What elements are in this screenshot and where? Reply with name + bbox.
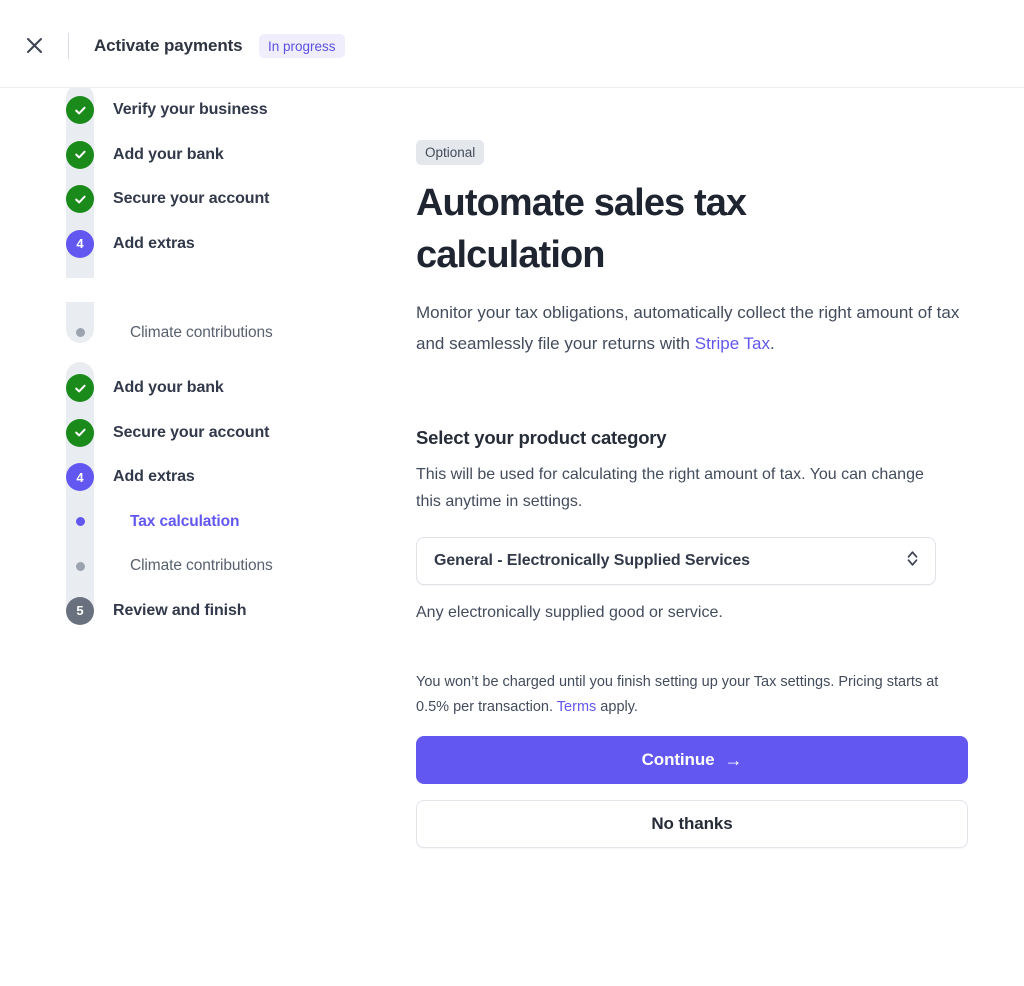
render-artifact-mask-track (66, 278, 94, 302)
activate-payments-page: Activate payments In progress Verify you… (0, 0, 1024, 986)
arrow-right-icon: → (724, 750, 743, 770)
no-thanks-button-label: No thanks (651, 814, 733, 833)
step-label: Climate contributions (130, 323, 273, 341)
step-navigation: Verify your business Add your bank Secure … (0, 88, 400, 986)
close-icon (26, 37, 43, 54)
step-item[interactable]: 4 Add extras (0, 455, 400, 500)
step-label: Add extras (113, 468, 195, 486)
status-badge: In progress (259, 34, 345, 58)
lead-text-after: . (770, 334, 775, 353)
step-substep-item[interactable]: Climate contributions (0, 544, 400, 589)
close-button[interactable] (20, 31, 48, 59)
section-title: Select your product category (416, 427, 667, 448)
step-label: Climate contributions (130, 557, 273, 575)
header-divider (68, 33, 69, 59)
optional-badge: Optional (416, 140, 485, 165)
step-item[interactable]: Secure your account (0, 177, 400, 222)
content-title: Automate sales tax calculation (416, 182, 747, 276)
step-label: Add your bank (113, 379, 224, 397)
fineprint-text-before: You won’t be charged until you finish se… (416, 674, 939, 715)
step-item[interactable]: Add your bank (0, 133, 400, 178)
page-title: Activate payments (94, 36, 243, 55)
step-label: Add your bank (113, 145, 224, 163)
page-header: Activate payments In progress (0, 0, 1024, 88)
step-item[interactable]: 4 Add extras (0, 222, 400, 267)
stripe-tax-link[interactable]: Stripe Tax (695, 334, 770, 353)
check-circle-icon (66, 418, 94, 447)
step-list: Verify your business Add your bank Secure … (0, 88, 400, 355)
content-lead: Monitor your tax obligations, automatica… (416, 297, 968, 359)
step-label: Tax calculation (130, 512, 240, 530)
chevron-up-down-icon (906, 549, 919, 573)
render-artifact-mask (0, 278, 400, 302)
check-circle-icon (66, 96, 94, 125)
step-label: Secure your account (113, 190, 270, 208)
lead-text-before: Monitor your tax obligations, automatica… (416, 303, 960, 353)
step-substep-item[interactable]: Tax calculation (0, 500, 400, 545)
step-item[interactable]: Verify your business (0, 88, 400, 133)
step-item[interactable]: Secure your account (0, 411, 400, 456)
pricing-fineprint: You won’t be charged until you finish se… (416, 670, 968, 720)
step-item[interactable]: 5 Review and finish (0, 589, 400, 634)
main-content: Optional Automate sales tax calculation … (416, 140, 968, 848)
continue-button-label: Continue (641, 750, 715, 769)
fineprint-text-after: apply. (596, 699, 638, 715)
step-number-badge: 4 (66, 463, 94, 492)
step-number-badge: 4 (66, 229, 94, 258)
check-circle-icon (66, 140, 94, 169)
step-bullet-icon (66, 508, 94, 536)
continue-button[interactable]: Continue → (416, 736, 968, 784)
product-category-help: Any electronically supplied good or serv… (416, 604, 723, 621)
terms-link[interactable]: Terms (557, 699, 596, 715)
step-list-duplicate: Add your bank Secure your account 4 Add ext… (0, 362, 400, 634)
product-category-value: General - Electronically Supplied Servic… (434, 552, 750, 569)
step-label: Review and finish (113, 601, 247, 619)
step-number-badge: 5 (66, 596, 94, 625)
step-bullet-icon (66, 552, 94, 580)
step-label: Verify your business (113, 101, 268, 119)
no-thanks-button[interactable]: No thanks (416, 800, 968, 848)
check-circle-icon (66, 185, 94, 214)
step-label: Add extras (113, 234, 195, 252)
step-bullet-icon (66, 319, 94, 347)
check-circle-icon (66, 374, 94, 403)
step-item[interactable]: Add your bank (0, 366, 400, 411)
product-category-select[interactable]: General - Electronically Supplied Servic… (416, 537, 936, 585)
step-substep-item[interactable]: Climate contributions (0, 311, 400, 356)
section-description: This will be used for calculating the ri… (416, 466, 924, 510)
step-label: Secure your account (113, 423, 270, 441)
